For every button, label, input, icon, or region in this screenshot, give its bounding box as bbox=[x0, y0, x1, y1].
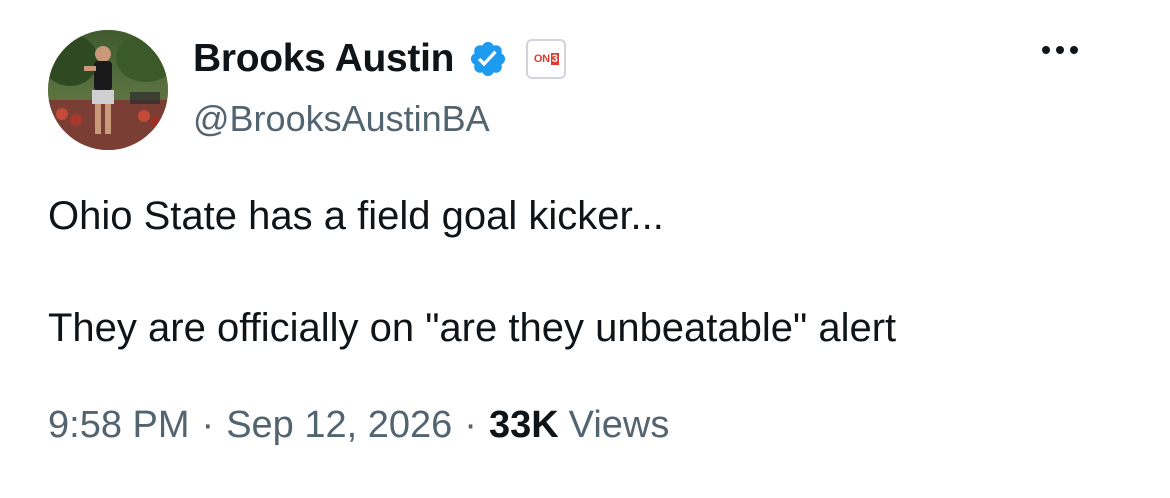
tweet-text: Ohio State has a field goal kicker... Th… bbox=[48, 188, 1128, 356]
tweet-text-line-1: Ohio State has a field goal kicker... bbox=[48, 194, 664, 238]
tweet-time[interactable]: 9:58 PM bbox=[48, 404, 190, 447]
author-name-row: Brooks Austin ON 3 bbox=[193, 34, 567, 84]
meta-separator: · bbox=[201, 404, 215, 446]
affiliation-on-text: ON bbox=[533, 53, 550, 65]
affiliation-badge[interactable]: ON 3 bbox=[526, 39, 567, 79]
views-label: Views bbox=[568, 404, 670, 446]
verified-badge-icon[interactable] bbox=[468, 39, 508, 79]
on3-logo: ON 3 bbox=[534, 53, 559, 65]
avatar-image bbox=[48, 30, 168, 150]
affiliation-num-text: 3 bbox=[550, 53, 559, 65]
author-handle[interactable]: @BrooksAustinBA bbox=[193, 98, 490, 140]
more-dot bbox=[1070, 46, 1078, 54]
more-dot bbox=[1042, 46, 1050, 54]
more-dot bbox=[1056, 46, 1064, 54]
tweet-meta: 9:58 PM · Sep 12, 2026 · 33K Views bbox=[48, 404, 669, 447]
more-options-icon[interactable] bbox=[1030, 38, 1090, 62]
views-count[interactable]: 33K bbox=[489, 404, 559, 447]
tweet-card: Brooks Austin ON 3 @BrooksAustinBA Ohio S… bbox=[0, 0, 1170, 498]
avatar[interactable] bbox=[48, 30, 168, 150]
author-display-name[interactable]: Brooks Austin bbox=[193, 37, 454, 81]
meta-separator: · bbox=[464, 404, 477, 446]
tweet-date[interactable]: Sep 12, 2026 bbox=[226, 404, 452, 447]
tweet-text-line-2: They are officially on "are they unbeata… bbox=[48, 306, 897, 350]
